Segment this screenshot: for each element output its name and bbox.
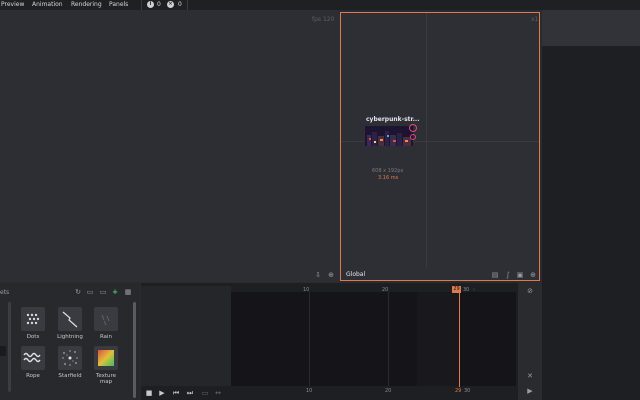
record-icon[interactable]: ▭ [201,389,209,397]
anchor-handle-icon[interactable] [410,134,416,140]
loop-icon[interactable]: ↔ [214,389,222,397]
properties-panel [542,46,640,400]
asset-label: Lightning [57,334,83,340]
canvas-viewport[interactable] [0,10,340,282]
ruler-tick: 20 [382,287,389,293]
grid-icon[interactable]: ⊕ [327,271,335,279]
asset-label: Texture map [95,373,117,385]
menu-panels[interactable]: Panels [109,0,128,10]
playhead[interactable] [459,292,460,387]
info-count: 0 [157,1,161,8]
keyframe-tool-icon[interactable]: ✕ [526,372,534,380]
grid-icon[interactable]: ⊕ [529,271,537,279]
right-strip-header [542,10,640,46]
grid-view-icon[interactable]: ▦ [124,288,132,296]
info-icon[interactable]: i [147,1,154,8]
play-icon[interactable]: ▶ [158,389,166,397]
stop-icon[interactable]: ■ [145,389,153,397]
add-icon[interactable]: + [111,288,119,296]
menu-divider [141,0,142,10]
error-icon[interactable]: × [167,1,174,8]
texture-map-icon [94,346,118,370]
layers-icon[interactable]: ▤ [491,271,499,279]
timeline-tracks[interactable] [231,292,516,386]
asset-label: Dots [26,334,40,340]
menu-bar: Preview Animation Rendering Panels i 0 ×… [0,0,640,10]
preview-frame[interactable] [340,12,540,281]
layer-name[interactable]: cyberpunk-str... [366,116,420,123]
menu-animation[interactable]: Animation [32,0,63,10]
layer-thumbnail[interactable] [365,126,413,146]
timeline-gridline [309,292,310,386]
asset-item[interactable]: Lightning [55,307,85,340]
rope-icon [21,346,45,370]
ruler-tick: 30 [464,388,471,394]
asset-label: Starfield [58,373,82,379]
refresh-icon[interactable]: ↻ [74,288,82,296]
link-icon[interactable]: ⊘ [526,287,534,295]
ruler-tick: 20 [385,388,392,394]
zoom-label: x1 [531,16,539,23]
rain-icon [94,307,118,331]
frame-icon[interactable]: ▣ [516,271,524,279]
layer-size: 608 x 192px [372,168,404,174]
ruler-tick: 10 [303,287,310,293]
asset-item[interactable]: Rope [18,346,48,379]
asset-item[interactable]: Texture map [91,346,121,385]
render-time: 3.16 ms [378,175,399,181]
asset-item[interactable]: Dots [18,307,48,340]
export-icon[interactable]: ⇩ [314,271,322,279]
timeline-sidebar [518,283,542,400]
ruler-tick: 10 [306,388,313,394]
assets-collapse-tab[interactable] [0,346,6,356]
assets-scrollbar[interactable] [133,302,136,398]
step-forward-icon[interactable]: ⏭ [186,389,194,397]
ruler-tick: 30 [463,287,470,293]
dots-icon [21,307,45,331]
timeline-track-list [141,286,231,386]
marker-icon[interactable]: ▶ [526,387,534,395]
step-back-icon[interactable]: ⏮ [172,389,180,397]
starfield-icon [58,346,82,370]
space-label[interactable]: Global [346,271,365,278]
asset-item[interactable]: Rain [91,307,121,340]
timeline-gridline [388,292,389,386]
lightning-icon [58,307,82,331]
folder-icon[interactable]: ▭ [86,288,94,296]
menu-divider [187,0,188,10]
curve-icon[interactable]: ∫ [504,271,512,279]
timeline-scrub-bar[interactable] [231,387,516,397]
asset-label: Rain [99,334,113,340]
menu-rendering[interactable]: Rendering [71,0,102,10]
ruler-end-marker: › [473,287,475,293]
playhead-frame[interactable]: 29 [452,286,461,293]
ruler-tick: 29 [455,388,462,394]
timeline-shade [417,292,459,386]
asset-item[interactable]: Starfield [55,346,85,379]
menu-preview[interactable]: Preview [1,0,24,10]
assets-title: ets [0,289,10,296]
error-count: 0 [178,1,182,8]
assets-left-scrollbar[interactable] [8,302,11,392]
new-folder-icon[interactable]: ▭ [99,288,107,296]
asset-label: Rope [26,373,40,379]
resize-handle-icon[interactable] [409,124,417,132]
fps-label: fps 120 [312,16,335,23]
